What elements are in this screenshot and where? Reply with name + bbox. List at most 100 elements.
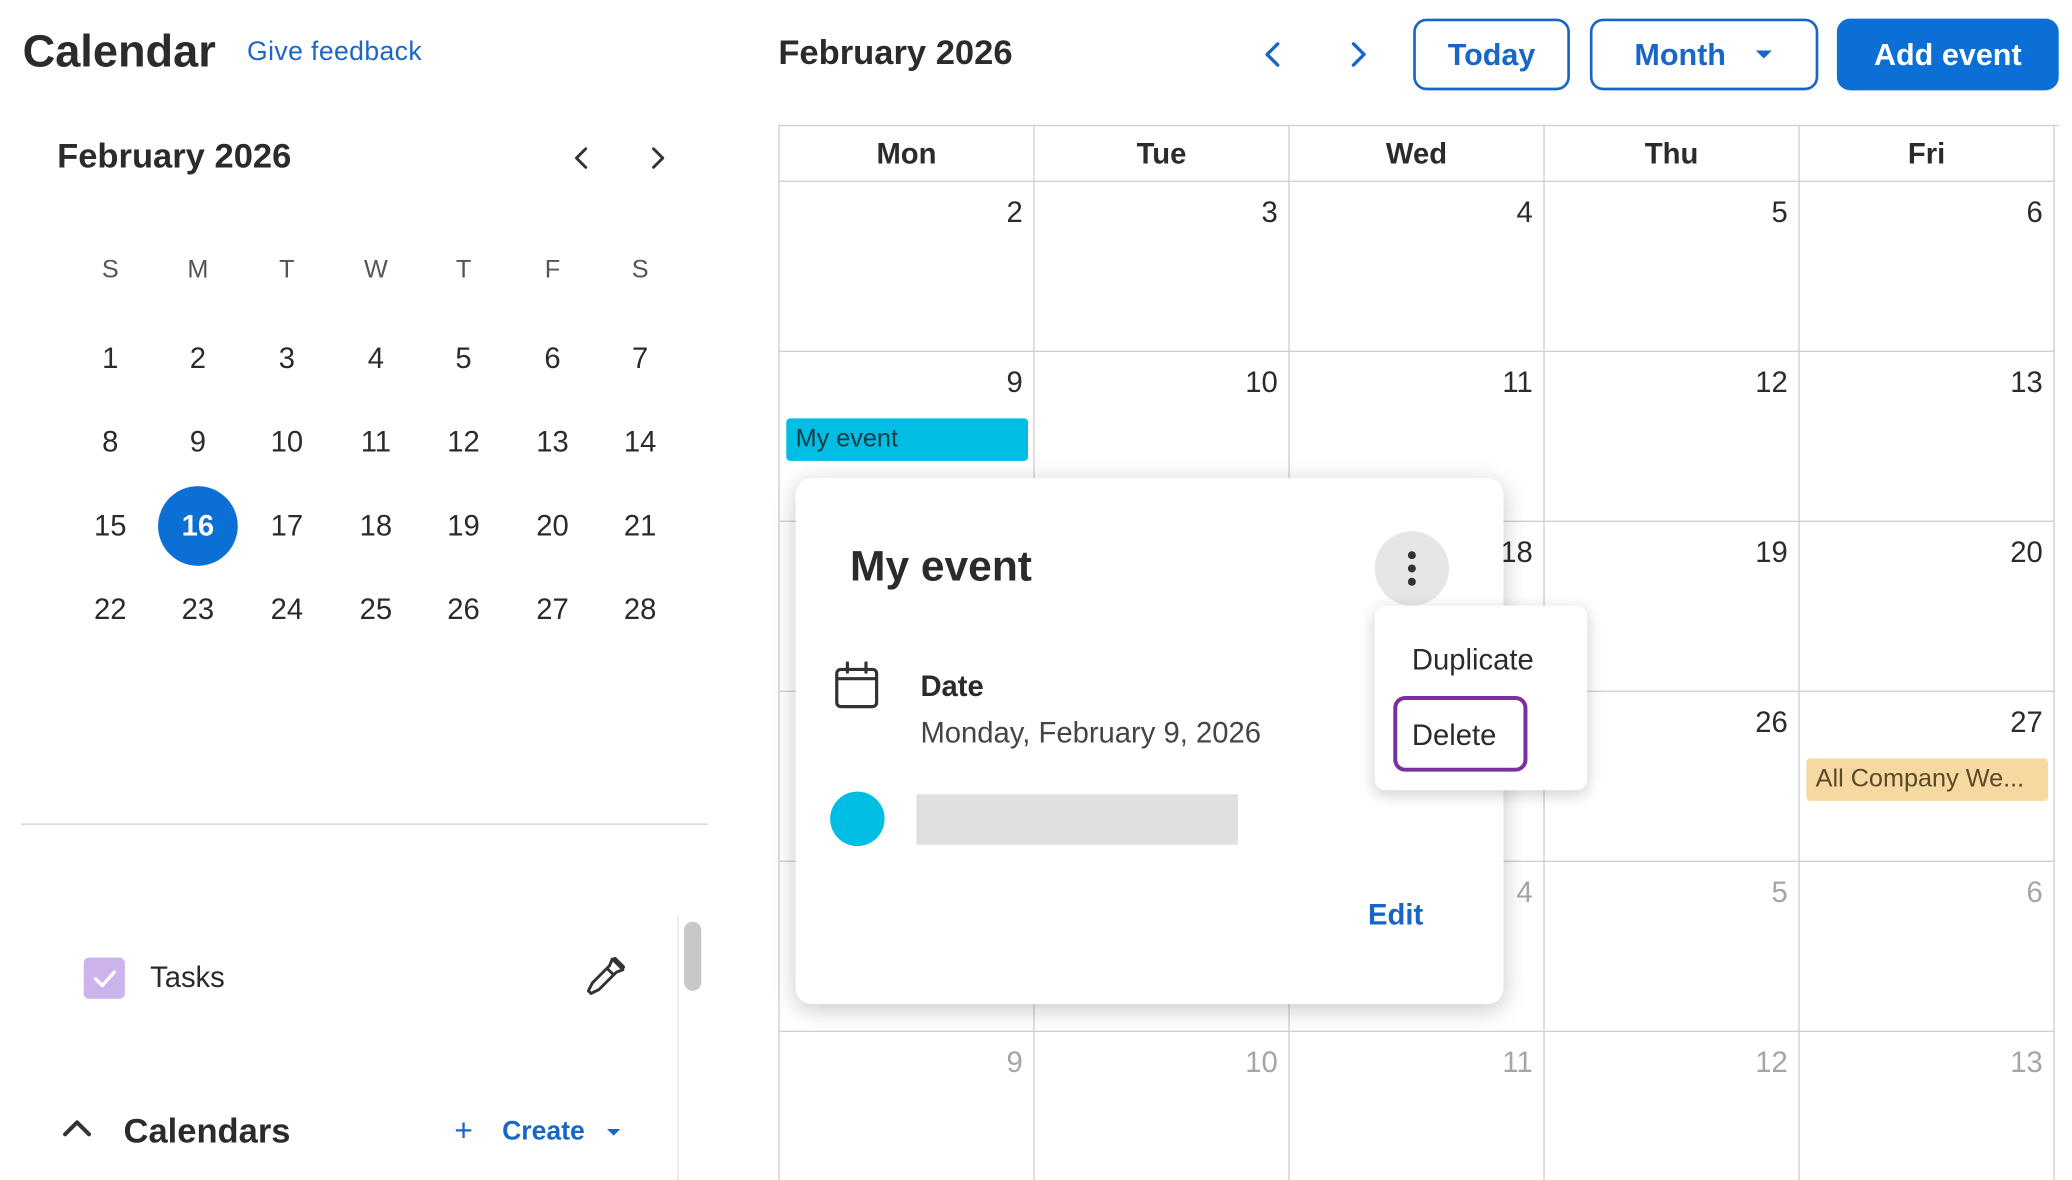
day-cell[interactable]: 12 xyxy=(1544,351,1800,522)
day-cell[interactable]: 4 xyxy=(1289,181,1545,352)
day-cell[interactable]: 12 xyxy=(1545,1032,1800,1180)
date-label: Date xyxy=(920,669,984,703)
more-options-button[interactable] xyxy=(1374,531,1450,606)
menu-item-delete[interactable]: Delete xyxy=(1412,719,1496,754)
mini-day[interactable]: 5 xyxy=(424,319,504,399)
mini-day[interactable]: 3 xyxy=(247,319,327,399)
mini-day[interactable]: 2 xyxy=(158,319,238,399)
mini-weekday-header: F xyxy=(544,256,561,285)
mini-day[interactable]: 25 xyxy=(336,570,416,650)
mini-day[interactable]: 17 xyxy=(247,486,327,566)
mini-day[interactable]: 7 xyxy=(600,319,680,399)
mini-day[interactable]: 23 xyxy=(158,570,238,650)
collapse-calendars-button[interactable] xyxy=(62,1118,91,1143)
day-number: 27 xyxy=(2010,705,2043,739)
weekday-column-header: Tue xyxy=(1034,126,1290,182)
mini-day-selected[interactable]: 16 xyxy=(158,486,238,566)
mini-day[interactable]: 26 xyxy=(424,570,504,650)
view-select-button[interactable]: Month xyxy=(1589,18,1819,91)
tasks-checkbox[interactable] xyxy=(83,957,125,999)
sidebar-scroll-thumb[interactable] xyxy=(684,921,702,991)
mini-day[interactable]: 18 xyxy=(336,486,416,566)
day-cell[interactable]: 6 xyxy=(1799,181,2055,352)
sidebar-divider xyxy=(21,823,708,825)
day-number: 4 xyxy=(1516,195,1533,229)
previous-month-button[interactable] xyxy=(1252,35,1292,75)
mini-day[interactable]: 6 xyxy=(513,319,593,399)
day-number: 19 xyxy=(1755,535,1788,569)
day-cell[interactable]: 2 xyxy=(779,181,1035,352)
add-event-button[interactable]: Add event xyxy=(1836,18,2059,91)
mini-calendar-title: February 2026 xyxy=(57,135,292,176)
chevron-right-icon xyxy=(652,147,665,169)
day-cell[interactable]: 9 xyxy=(780,1032,1035,1180)
create-calendar-button[interactable]: + Create xyxy=(454,1113,622,1150)
mini-day[interactable]: 27 xyxy=(513,570,593,650)
day-cell[interactable]: 6 xyxy=(1799,862,2055,1033)
day-number: 13 xyxy=(2010,1045,2043,1079)
weekday-column-header: Mon xyxy=(779,126,1035,182)
next-month-button[interactable] xyxy=(1339,35,1379,75)
mini-day[interactable]: 28 xyxy=(600,570,680,650)
day-number: 11 xyxy=(1502,365,1533,399)
mini-day[interactable]: 14 xyxy=(600,402,680,482)
view-select-label: Month xyxy=(1634,36,1726,72)
mini-day[interactable]: 15 xyxy=(70,486,150,566)
day-cell[interactable]: 20 xyxy=(1799,521,2055,692)
mini-day[interactable]: 8 xyxy=(70,402,150,482)
mini-day[interactable]: 24 xyxy=(247,570,327,650)
day-cell[interactable]: 5 xyxy=(1544,862,1800,1033)
mini-day[interactable]: 19 xyxy=(424,486,504,566)
edit-event-button[interactable]: Edit xyxy=(1368,898,1423,933)
mini-day[interactable]: 4 xyxy=(336,319,416,399)
color-picker-button[interactable] xyxy=(580,954,628,1002)
mini-next-month-button[interactable] xyxy=(639,138,679,178)
day-number: 9 xyxy=(1006,1045,1023,1079)
mini-prev-month-button[interactable] xyxy=(561,138,601,178)
mini-day[interactable]: 21 xyxy=(600,486,680,566)
tasks-label: Tasks xyxy=(150,960,225,994)
day-number: 6 xyxy=(2026,195,2043,229)
weekday-column-header: Thu xyxy=(1544,126,1800,182)
give-feedback-link[interactable]: Give feedback xyxy=(247,37,422,68)
day-number: 11 xyxy=(1502,1045,1533,1079)
day-number: 10 xyxy=(1245,365,1278,399)
popover-title: My event xyxy=(850,541,1032,590)
day-number: 3 xyxy=(1261,195,1278,229)
mini-day[interactable]: 12 xyxy=(424,402,504,482)
day-number: 20 xyxy=(2010,535,2043,569)
calendar-date-icon xyxy=(834,661,879,715)
day-cell[interactable]: 11 xyxy=(1290,1032,1545,1180)
day-number: 13 xyxy=(2010,365,2043,399)
day-number: 2 xyxy=(1006,195,1023,229)
day-number: 10 xyxy=(1245,1045,1278,1079)
today-button[interactable]: Today xyxy=(1413,18,1570,91)
day-number: 12 xyxy=(1755,365,1788,399)
mini-day[interactable]: 13 xyxy=(513,402,593,482)
mini-day[interactable]: 1 xyxy=(70,319,150,399)
menu-item-duplicate[interactable]: Duplicate xyxy=(1412,643,1534,678)
event-chip[interactable]: All Company We... xyxy=(1806,758,2049,801)
day-number: 5 xyxy=(1771,875,1788,909)
day-cell[interactable]: 13 xyxy=(1799,351,2055,522)
mini-day[interactable]: 10 xyxy=(247,402,327,482)
event-chip[interactable]: My event xyxy=(786,418,1029,461)
day-cell[interactable]: 3 xyxy=(1034,181,1290,352)
chevron-left-icon xyxy=(1265,42,1280,67)
weekday-column-header: Fri xyxy=(1799,126,2055,182)
app-title: Calendar xyxy=(22,26,216,78)
mini-day[interactable]: 9 xyxy=(158,402,238,482)
mini-day[interactable]: 22 xyxy=(70,570,150,650)
day-number: 6 xyxy=(2026,875,2043,909)
day-number: 9 xyxy=(1006,365,1023,399)
day-cell[interactable]: 10 xyxy=(1035,1032,1290,1180)
chevron-up-icon xyxy=(63,1120,91,1137)
mini-weekday-header: T xyxy=(455,256,472,285)
day-cell[interactable]: 13 xyxy=(1800,1032,2055,1180)
mini-day[interactable]: 20 xyxy=(513,486,593,566)
today-button-label: Today xyxy=(1447,36,1536,72)
mini-day[interactable]: 11 xyxy=(336,402,416,482)
day-cell[interactable]: 5 xyxy=(1544,181,1800,352)
weekday-column-header: Wed xyxy=(1289,126,1545,182)
add-event-label: Add event xyxy=(1873,36,2022,72)
